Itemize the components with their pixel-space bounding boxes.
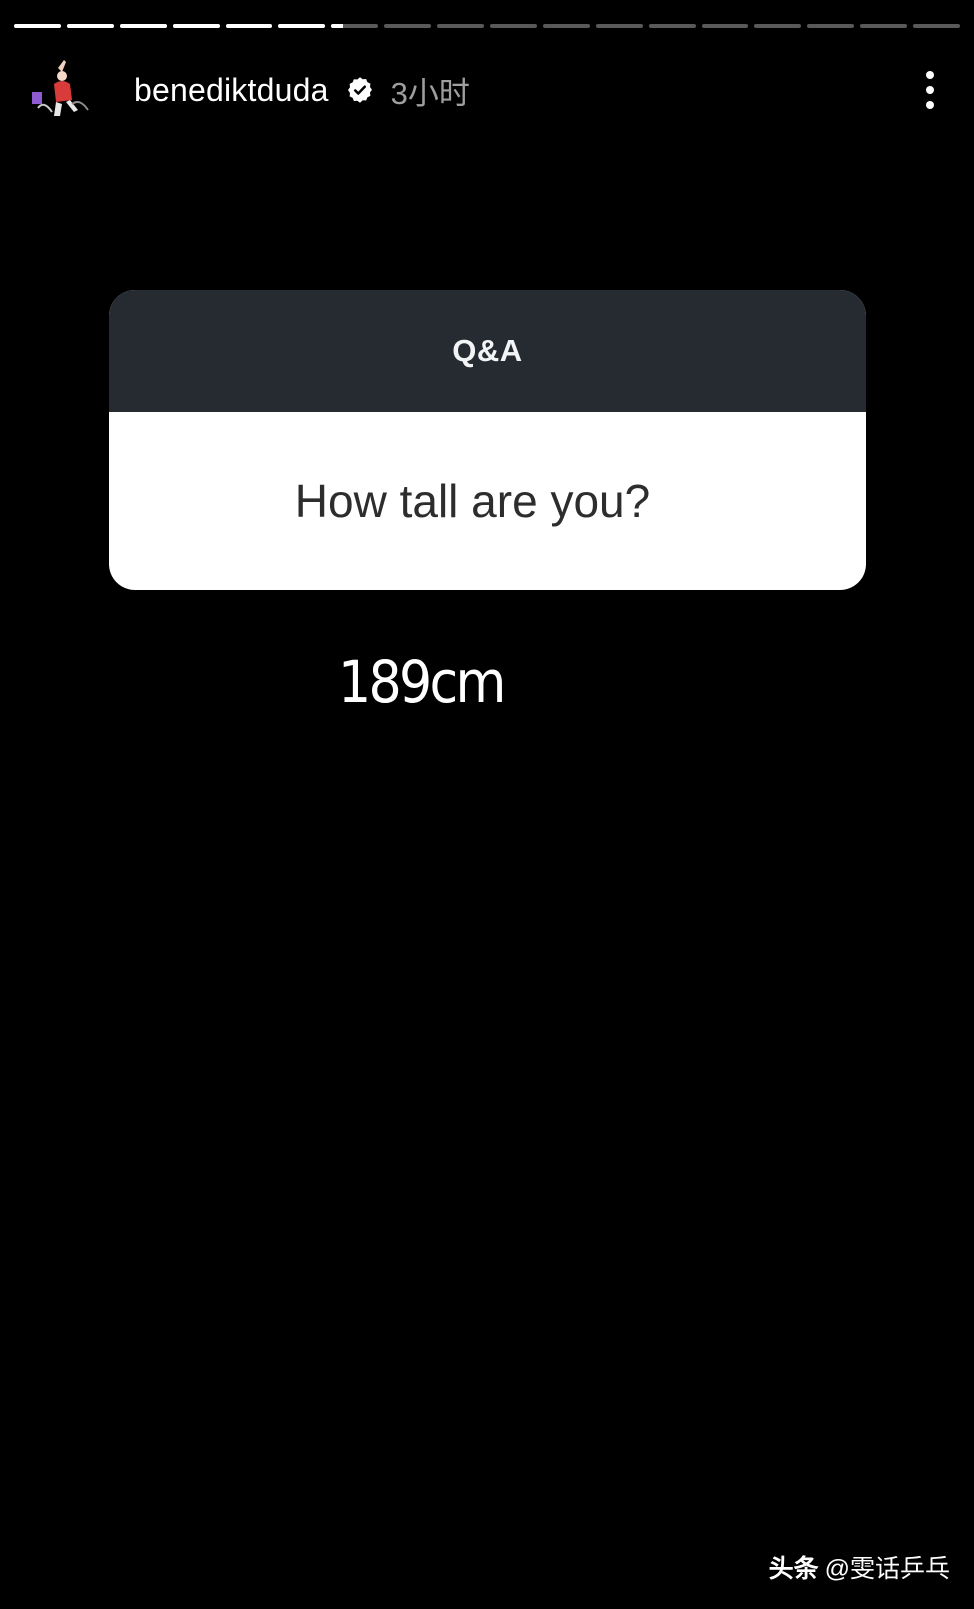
progress-segment: [490, 24, 537, 28]
username[interactable]: benediktduda: [134, 72, 329, 109]
progress-segment: [754, 24, 802, 28]
more-options-button[interactable]: [910, 60, 950, 120]
progress-segment: [119, 24, 167, 28]
progress-fill: [119, 24, 167, 28]
progress-fill: [225, 24, 273, 28]
progress-segment: [14, 24, 61, 28]
progress-segment: [542, 24, 590, 28]
progress-segment: [807, 24, 855, 28]
more-vertical-icon: [926, 71, 934, 79]
progress-segment: [278, 24, 326, 28]
progress-fill: [278, 24, 326, 28]
avatar-image: [24, 54, 96, 126]
progress-segment: [384, 24, 432, 28]
qa-header: Q&A: [109, 290, 866, 412]
progress-segment: [860, 24, 908, 28]
qa-question: How tall are you?: [294, 475, 651, 527]
progress-fill: [172, 24, 220, 28]
progress-fill: [66, 24, 114, 28]
progress-segment: [437, 24, 485, 28]
progress-fill: [331, 24, 344, 28]
verified-badge-icon: [347, 77, 372, 103]
qa-title: Q&A: [452, 333, 523, 368]
progress-segment: [172, 24, 220, 28]
post-time: 3小时: [390, 75, 470, 111]
progress-segment: [701, 24, 749, 28]
progress-segment: [913, 24, 961, 28]
progress-segment: [225, 24, 273, 28]
qa-sticker[interactable]: Q&A How tall are you?: [109, 290, 866, 590]
avatar[interactable]: [24, 54, 96, 126]
watermark-brand: 头条: [768, 1555, 819, 1583]
answer-text: 189cm: [338, 648, 506, 716]
progress-segment: [66, 24, 114, 28]
progress-segment: [331, 24, 379, 28]
story-header: benediktduda 3小时: [24, 52, 950, 128]
progress-fill: [14, 24, 61, 28]
progress-segment: [595, 24, 643, 28]
story-progress-bar: [14, 24, 961, 28]
progress-segment: [648, 24, 696, 28]
watermark-handle: @雯话乒乓: [824, 1555, 950, 1583]
watermark: 头条 @雯话乒乓: [769, 1549, 950, 1585]
